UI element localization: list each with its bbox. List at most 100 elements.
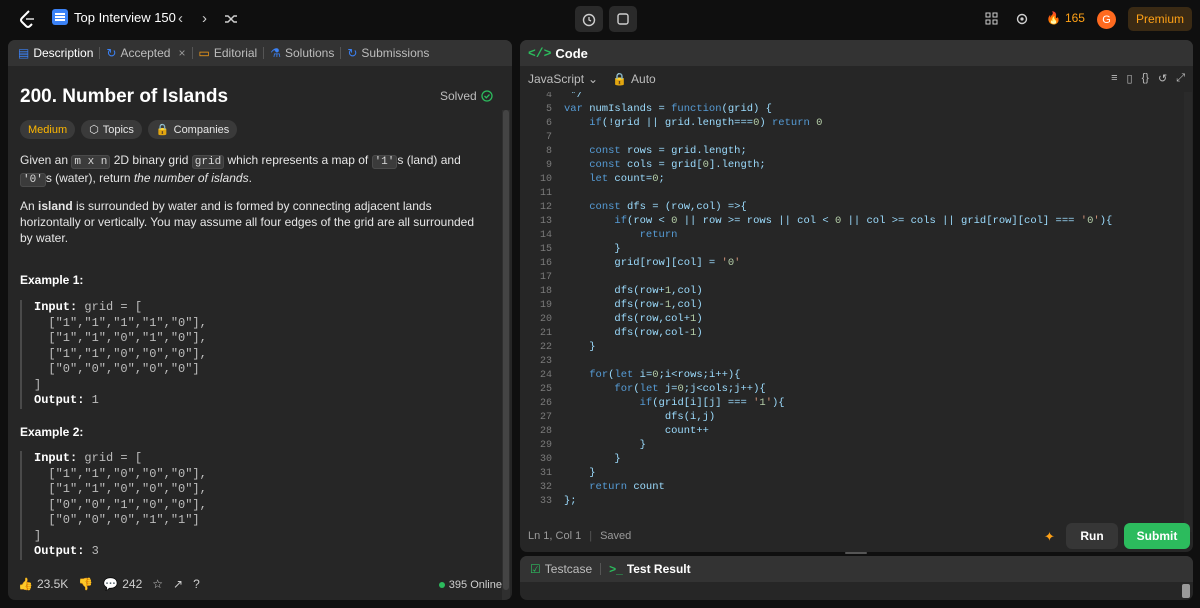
code-line[interactable]: 15 } bbox=[520, 242, 621, 256]
language-select[interactable]: JavaScript ⌄ bbox=[528, 72, 598, 86]
code-line[interactable]: 27 dfs(i,j) bbox=[520, 410, 715, 424]
scrollbar-thumb[interactable] bbox=[503, 110, 509, 590]
star-icon[interactable]: ☆ bbox=[152, 577, 163, 591]
shuffle-icon[interactable] bbox=[224, 12, 238, 26]
tab-solutions[interactable]: ⚗ Solutions bbox=[264, 40, 340, 66]
timer-button[interactable] bbox=[575, 6, 603, 32]
code-line[interactable]: 7 bbox=[520, 130, 564, 144]
tab-test-result[interactable]: >_ Test Result bbox=[609, 562, 690, 576]
code-text: var numIslands = function(grid) { bbox=[564, 103, 772, 115]
topics-label: Topics bbox=[102, 123, 134, 136]
code-text: dfs(row,col+1) bbox=[564, 313, 703, 325]
streak-counter[interactable]: 🔥 165 bbox=[1046, 11, 1085, 25]
code-line[interactable]: 6 if(!grid || grid.length===0) return 0 bbox=[520, 116, 822, 130]
code-line[interactable]: 14 return bbox=[520, 228, 677, 242]
code-line[interactable]: 33}; bbox=[520, 494, 577, 508]
avatar[interactable]: G bbox=[1097, 10, 1116, 29]
tab-accepted[interactable]: ↻ Accepted × bbox=[100, 40, 191, 66]
layout-grid-icon[interactable] bbox=[985, 12, 998, 25]
gear-icon[interactable] bbox=[1015, 12, 1029, 26]
comments-button[interactable]: 💬 242 bbox=[103, 577, 142, 591]
line-number: 21 bbox=[539, 327, 552, 339]
problem-title[interactable]: 200. Number of Islands bbox=[20, 86, 228, 108]
code-text: return bbox=[639, 229, 678, 241]
line-number: 23 bbox=[539, 355, 552, 367]
format-icon[interactable]: ≡ bbox=[1111, 72, 1117, 85]
solved-status: Solved bbox=[440, 89, 493, 103]
notes-button[interactable] bbox=[609, 6, 637, 32]
text: island bbox=[38, 199, 73, 213]
code-line[interactable]: 5 var numIslands = function(grid) { bbox=[520, 102, 772, 116]
code-line[interactable]: 21 dfs(row,col-1) bbox=[520, 326, 703, 340]
history-icon: ↻ bbox=[347, 46, 358, 60]
comment-icon: 💬 bbox=[103, 577, 119, 591]
text: s (land) and bbox=[397, 153, 461, 167]
inline-code: '1' bbox=[371, 155, 398, 169]
code-line[interactable]: 10 let count=0; bbox=[520, 172, 665, 186]
leetcode-logo-icon[interactable] bbox=[18, 9, 38, 29]
code-line[interactable]: 26 if(grid[i][j] === '1'){ bbox=[520, 396, 785, 410]
code-line[interactable]: 16 grid[row][col] = '0' bbox=[520, 256, 740, 270]
topics-badge[interactable]: ⬡ Topics bbox=[81, 120, 142, 139]
expand-icon[interactable]: ⤢ bbox=[1176, 72, 1185, 85]
mode-select[interactable]: 🔒 Auto bbox=[612, 72, 656, 86]
code-line[interactable]: 23 bbox=[520, 354, 564, 368]
line-number: 6 bbox=[545, 117, 552, 129]
code-line[interactable]: 24 for(let i=0;i<rows;i++){ bbox=[520, 368, 741, 382]
code-line[interactable]: 4 */ bbox=[520, 92, 583, 102]
code-line[interactable]: 11 bbox=[520, 186, 564, 200]
prev-problem-icon[interactable]: ‹ bbox=[178, 10, 183, 27]
code-line[interactable]: 29 } bbox=[520, 438, 646, 452]
problem-list-button[interactable]: Top Interview 150 bbox=[52, 9, 176, 25]
code-editor[interactable]: 4 */5 var numIslands = function(grid) {6 … bbox=[520, 92, 1193, 532]
solved-label: Solved bbox=[440, 89, 477, 103]
code-line[interactable]: 18 dfs(row+1,col) bbox=[520, 284, 703, 298]
tab-description[interactable]: ▤ Description bbox=[12, 40, 99, 66]
submit-button[interactable]: Submit bbox=[1124, 523, 1190, 549]
code-line[interactable]: 31 } bbox=[520, 466, 596, 480]
code-text: return count bbox=[589, 481, 665, 493]
share-icon[interactable]: ↗ bbox=[173, 577, 183, 591]
tab-testcase[interactable]: ☑ Testcase bbox=[530, 562, 592, 576]
close-icon[interactable]: × bbox=[178, 46, 185, 60]
code-line[interactable]: 20 dfs(row,col+1) bbox=[520, 312, 703, 326]
braces-icon[interactable]: {} bbox=[1142, 72, 1149, 85]
thumbs-down-icon[interactable]: 👎 bbox=[78, 577, 93, 591]
code-line[interactable]: 25 for(let j=0;j<cols;j++){ bbox=[520, 382, 766, 396]
input-label: Input: bbox=[34, 451, 78, 465]
reset-icon[interactable]: ↺ bbox=[1158, 72, 1167, 85]
line-number: 10 bbox=[539, 173, 552, 185]
next-problem-icon[interactable]: › bbox=[202, 10, 207, 27]
code-line[interactable]: 32 return count bbox=[520, 480, 665, 494]
line-number: 26 bbox=[539, 397, 552, 409]
mode-label: Auto bbox=[631, 72, 656, 86]
code-line[interactable]: 28 count++ bbox=[520, 424, 709, 438]
like-button[interactable]: 👍 23.5K bbox=[18, 577, 68, 591]
run-button[interactable]: Run bbox=[1066, 523, 1118, 549]
terminal-icon: >_ bbox=[609, 562, 623, 576]
code-line[interactable]: 19 dfs(row-1,col) bbox=[520, 298, 703, 312]
tab-submissions[interactable]: ↻ Submissions bbox=[341, 40, 435, 66]
code-line[interactable]: 8 const rows = grid.length; bbox=[520, 144, 747, 158]
text: the number of islands bbox=[133, 171, 249, 185]
help-icon[interactable]: ? bbox=[193, 577, 200, 591]
code-line[interactable]: 17 bbox=[520, 270, 564, 284]
description-scrollbar[interactable] bbox=[502, 110, 510, 600]
premium-button[interactable]: Premium bbox=[1128, 7, 1192, 31]
code-line[interactable]: 13 if(row < 0 || row >= rows || col < 0 … bbox=[520, 214, 1112, 228]
code-line[interactable]: 30 } bbox=[520, 452, 621, 466]
example-1-title: Example 1: bbox=[20, 273, 84, 287]
code-line[interactable]: 22 } bbox=[520, 340, 596, 354]
scroll-control[interactable] bbox=[1182, 584, 1190, 598]
lock-icon: 🔒 bbox=[155, 124, 170, 136]
sparkle-icon[interactable]: ✦ bbox=[1044, 529, 1055, 545]
tab-editorial[interactable]: ▭ Editorial bbox=[193, 40, 264, 66]
line-number: 30 bbox=[539, 453, 552, 465]
panel-resize-handle[interactable] bbox=[845, 552, 867, 554]
bookmark-icon[interactable]: ▯ bbox=[1127, 72, 1133, 85]
editor-scrollbar[interactable] bbox=[1184, 92, 1192, 532]
code-line[interactable]: 9 const cols = grid[0].length; bbox=[520, 158, 766, 172]
tag-icon: ⬡ bbox=[89, 124, 99, 136]
code-line[interactable]: 12 const dfs = (row,col) =>{ bbox=[520, 200, 747, 214]
companies-badge[interactable]: 🔒 Companies bbox=[147, 120, 238, 139]
